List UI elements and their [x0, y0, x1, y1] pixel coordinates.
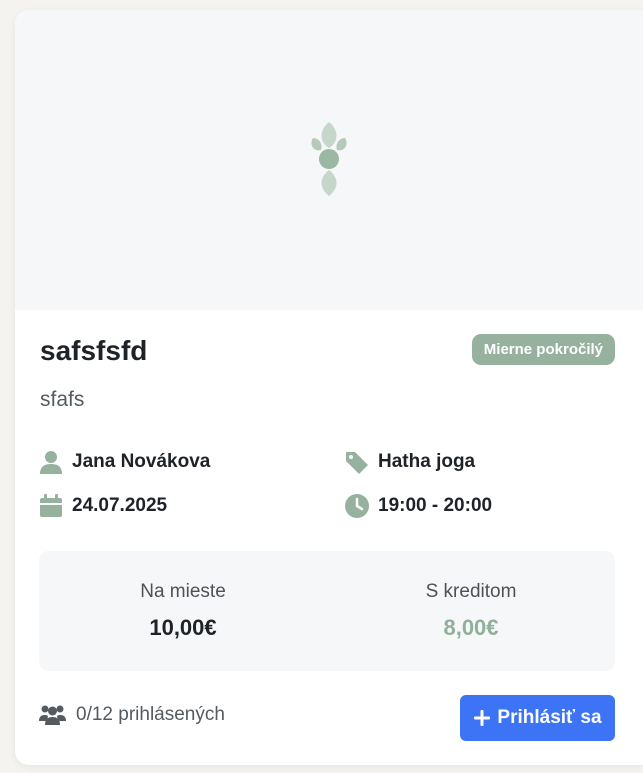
level-badge: Mierne pokročilý [471, 334, 615, 365]
category-name: Hatha joga [378, 451, 476, 472]
tag-icon [346, 452, 368, 474]
onsite-price-value: 10,00€ [149, 615, 217, 640]
instructor-name: Jana Novákova [72, 451, 211, 472]
class-date: 24.07.2025 [72, 495, 168, 516]
onsite-price-label: Na mieste [140, 581, 226, 602]
enrolled-count: 0/12 prihlásených [39, 704, 225, 726]
signup-button[interactable]: Prihlásiť sa [460, 695, 615, 741]
price-panel: Na mieste 10,00€ S kreditom 8,00€ [39, 551, 615, 671]
class-card: safsfsfd Mierne pokročilý sfafs Jana Nov… [15, 10, 643, 765]
lotus-logo-icon [311, 122, 347, 196]
user-icon [40, 451, 62, 474]
users-icon [39, 705, 66, 725]
instructor-info: Jana Novákova [39, 450, 210, 474]
credit-price-label: S kreditom [425, 581, 517, 602]
category-info: Hatha joga [345, 450, 475, 474]
time-info: 19:00 - 20:00 [345, 494, 492, 518]
class-time: 19:00 - 20:00 [378, 495, 493, 516]
calendar-icon [40, 494, 62, 517]
clock-icon [345, 494, 369, 518]
signup-button-label: Prihlásiť sa [497, 707, 602, 728]
enrolled-text: 0/12 prihlásených [76, 704, 225, 725]
class-image-placeholder [15, 10, 643, 310]
credit-price-value: 8,00€ [443, 615, 499, 640]
plus-icon [474, 710, 491, 726]
class-title: safsfsfd [40, 335, 148, 366]
class-description: sfafs [40, 388, 85, 411]
date-info: 24.07.2025 [39, 494, 167, 518]
